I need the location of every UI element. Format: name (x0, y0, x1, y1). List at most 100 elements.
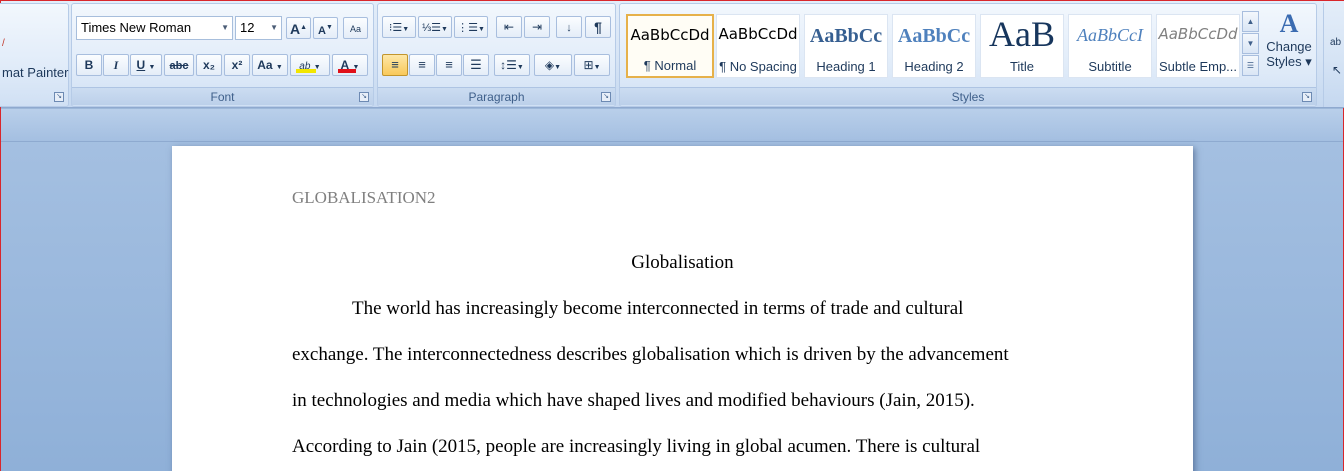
shrink-font-icon: A (318, 25, 326, 37)
line-spacing-button[interactable]: ↕☰▼ (494, 54, 530, 76)
underline-icon: U (136, 58, 146, 72)
select-cursor-icon[interactable]: ↖ (1332, 63, 1342, 77)
eraser-icon: Aa (349, 24, 361, 34)
align-right-icon: ≡ (445, 57, 453, 72)
strikethrough-button[interactable]: abc (164, 54, 194, 76)
strikethrough-icon: abc (169, 60, 189, 72)
bold-button[interactable]: B (76, 54, 102, 76)
clear-formatting-button[interactable]: Aa (343, 17, 368, 39)
chevron-up-icon: ▲ (1246, 17, 1255, 26)
style-heading-2[interactable]: AaBbCc Heading 2 (892, 14, 976, 78)
superscript-icon: x² (231, 58, 243, 72)
style-preview: AaBbCc (809, 25, 883, 47)
font-color-button[interactable]: A ▼ (332, 54, 368, 76)
line-spacing-icon: ↕☰ (500, 58, 517, 72)
increase-indent-button[interactable]: ⇥ (524, 16, 550, 38)
change-styles-button[interactable]: A Change Styles ▾ (1261, 9, 1317, 89)
multilevel-list-button[interactable]: ⋮☰▼ (454, 16, 488, 38)
style-heading-1[interactable]: AaBbCc Heading 1 (804, 14, 888, 78)
gallery-more-button[interactable]: ☰ (1242, 55, 1259, 76)
gallery-scroll-down-button[interactable]: ▼ (1242, 33, 1259, 54)
font-size-value: 12 (240, 20, 255, 35)
replace-icon[interactable]: ab (1330, 37, 1341, 48)
italic-button[interactable]: I (103, 54, 129, 76)
sort-icon: ↓ (566, 22, 572, 34)
grow-font-icon: A (289, 21, 301, 37)
style-label: ¶ No Spacing (719, 59, 797, 74)
styles-dialog-launcher-icon[interactable]: ↘ (1302, 92, 1312, 102)
style-preview: AaBbCcDd (1158, 25, 1238, 43)
paragraph-group: ⁝☰▼ ⅓☰▼ ⋮☰▼ ⇤ ⇥ ↓ ¶ ≡ ≡ ≡ ☰ ↕☰▼ ◈▼ ⊞▼ Pa… (377, 3, 616, 107)
clipboard-group: / mat Painter ↘ (0, 3, 69, 107)
style-label: Heading 1 (816, 59, 876, 74)
paragraph-group-label: Paragraph (378, 87, 615, 105)
style-preview: AaBbCcI (1077, 25, 1143, 45)
show-formatting-button[interactable]: ¶ (585, 16, 611, 38)
clipboard-dialog-launcher-icon[interactable]: ↘ (54, 92, 64, 102)
style-preview: AaBbCcDd (718, 25, 798, 43)
style-title[interactable]: AaB Title (980, 14, 1064, 78)
document-page[interactable]: GLOBALISATION2 Globalisation The world h… (172, 146, 1193, 471)
sort-button[interactable]: ↓ (556, 16, 582, 38)
decrease-indent-button[interactable]: ⇤ (496, 16, 522, 38)
borders-icon: ⊞ (583, 58, 594, 72)
editing-group: ab ↖ (1323, 3, 1344, 107)
borders-button[interactable]: ⊞▼ (574, 54, 610, 76)
style-label: Subtitle (1088, 59, 1132, 74)
align-left-icon: ≡ (391, 57, 399, 72)
chevron-down-icon: ▼ (221, 23, 229, 32)
chevron-down-icon: ▼ (270, 23, 278, 32)
format-painter-button[interactable]: mat Painter (2, 65, 68, 80)
style-label: Title (1009, 59, 1035, 74)
underline-button[interactable]: U ▼ (130, 54, 162, 76)
ruler-strip (1, 109, 1343, 142)
multilevel-list-icon: ⋮☰ (457, 22, 478, 34)
grow-font-button[interactable]: A▲ (286, 17, 311, 39)
style-subtle-emphasis[interactable]: AaBbCcDd Subtle Emp... (1156, 14, 1240, 78)
numbering-button[interactable]: ⅓☰▼ (418, 16, 452, 38)
gallery-scroll-up-button[interactable]: ▲ (1242, 11, 1259, 32)
paragraph-dialog-launcher-icon[interactable]: ↘ (601, 92, 611, 102)
paint-bucket-icon: ◈ (544, 58, 555, 72)
highlight-button[interactable]: ab ▼ (290, 54, 330, 76)
bullet-list-icon: ⁝☰ (388, 22, 403, 34)
font-family-value: Times New Roman (81, 20, 192, 35)
justify-button[interactable]: ☰ (463, 54, 489, 76)
justify-icon: ☰ (470, 57, 482, 72)
style-normal[interactable]: AaBbCcDd ¶ Normal (626, 14, 714, 78)
style-no-spacing[interactable]: AaBbCcDd ¶ No Spacing (716, 14, 800, 78)
italic-icon: I (113, 58, 119, 72)
style-label: Subtle Emp... (1158, 59, 1238, 74)
shrink-font-button[interactable]: A▼ (313, 17, 338, 39)
styles-group: AaBbCcDd ¶ Normal AaBbCcDd ¶ No Spacing … (619, 3, 1317, 107)
style-preview: AaBbCc (897, 25, 971, 47)
increase-indent-icon: ⇥ (531, 20, 543, 34)
numbered-list-icon: ⅓☰ (422, 22, 442, 34)
style-label: ¶ Normal (643, 58, 697, 73)
subscript-button[interactable]: x₂ (196, 54, 222, 76)
change-styles-label-line2: Styles ▾ (1266, 54, 1312, 69)
align-left-button[interactable]: ≡ (382, 54, 408, 76)
ribbon: / mat Painter ↘ Times New Roman ▼ 12 ▼ A… (0, 1, 1344, 108)
font-dialog-launcher-icon[interactable]: ↘ (359, 92, 369, 102)
paragraph-line: in technologies and media which have sha… (292, 390, 975, 411)
subscript-icon: x₂ (202, 58, 215, 72)
superscript-button[interactable]: x² (224, 54, 250, 76)
change-case-icon: Aa (257, 58, 273, 72)
align-right-button[interactable]: ≡ (436, 54, 462, 76)
page-header: GLOBALISATION2 (292, 188, 436, 207)
paragraph-line: According to Jain (2015, people are incr… (292, 436, 981, 457)
highlight-color-bar (296, 69, 316, 73)
change-case-button[interactable]: Aa ▼ (252, 54, 288, 76)
font-size-select[interactable]: 12 ▼ (235, 16, 282, 40)
align-center-icon: ≡ (418, 57, 426, 72)
shading-button[interactable]: ◈▼ (534, 54, 572, 76)
style-preview: AaB (989, 14, 1055, 54)
pilcrow-icon: ¶ (594, 19, 602, 35)
font-family-select[interactable]: Times New Roman ▼ (76, 16, 233, 40)
bullets-button[interactable]: ⁝☰▼ (382, 16, 416, 38)
styles-group-label: Styles (620, 87, 1316, 105)
style-subtitle[interactable]: AaBbCcI Subtitle (1068, 14, 1152, 78)
align-center-button[interactable]: ≡ (409, 54, 435, 76)
style-preview: AaBbCcDd (630, 26, 710, 44)
